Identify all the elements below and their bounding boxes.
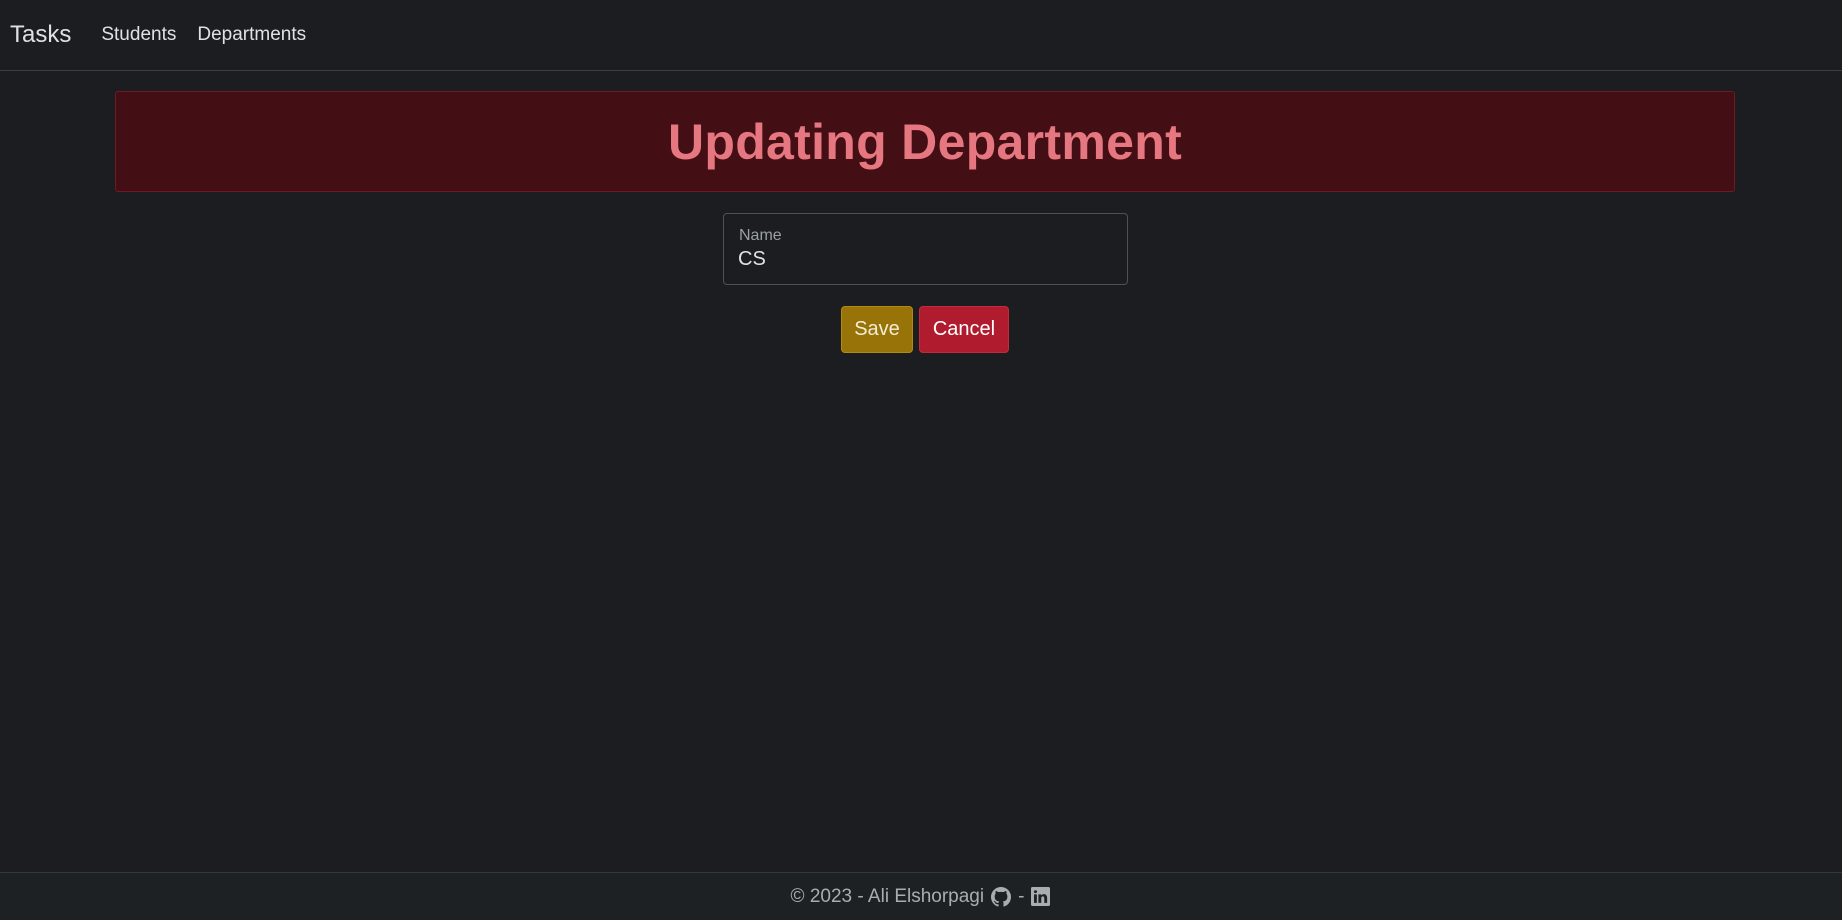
navbar: Tasks Students Departments <box>0 0 1842 71</box>
github-icon[interactable] <box>991 886 1012 907</box>
name-input[interactable] <box>738 248 1108 271</box>
save-button[interactable]: Save <box>841 306 913 353</box>
brand-link[interactable]: Tasks <box>10 21 71 49</box>
nav-link-departments[interactable]: Departments <box>197 24 306 46</box>
name-field[interactable]: Name <box>723 213 1128 285</box>
page-title-banner: Updating Department <box>115 91 1735 192</box>
footer-separator: - <box>1018 885 1025 907</box>
footer-copyright: © 2023 - Ali Elshorpagi <box>790 885 985 907</box>
linkedin-icon[interactable] <box>1031 887 1051 906</box>
page-title: Updating Department <box>667 113 1183 170</box>
footer: © 2023 - Ali Elshorpagi - <box>0 872 1842 920</box>
nav-link-students[interactable]: Students <box>101 24 176 46</box>
cancel-button[interactable]: Cancel <box>919 306 1009 353</box>
name-field-label: Name <box>739 227 782 244</box>
